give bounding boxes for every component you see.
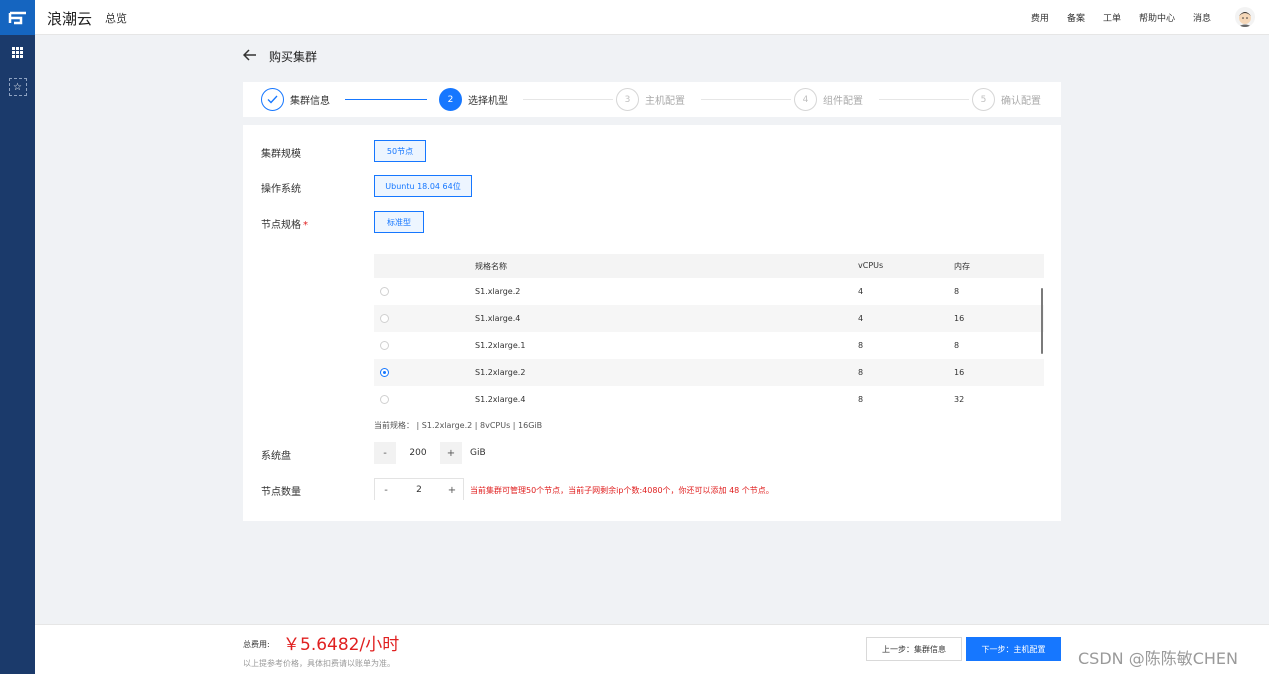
total-fee-value: ￥5.6482/小时 <box>283 635 400 655</box>
col-vcpus: vCPUs <box>858 261 884 270</box>
step-1-label: 集群信息 <box>290 96 330 107</box>
node-spec-label: 节点规格 * <box>261 216 308 231</box>
disk-decrement-button[interactable]: - <box>374 442 396 464</box>
spec-vcpus: 8 <box>858 341 864 350</box>
page-header: 购买集群 <box>242 47 318 65</box>
nav-help-center[interactable]: 帮助中心 <box>1139 11 1175 24</box>
table-header: 规格名称 vCPUs 内存 <box>374 254 1044 278</box>
nav-messages[interactable]: 消息 <box>1193 11 1211 24</box>
node-spec-option[interactable]: 标准型 <box>374 211 424 233</box>
step-4-number: 4 <box>794 88 817 111</box>
step-connector <box>523 99 613 100</box>
fee-disclaimer: 以上提参考价格，具体扣费请以账单为准。 <box>243 659 395 668</box>
left-rail: ☆ <box>0 0 35 674</box>
count-decrement-button[interactable]: - <box>375 479 397 501</box>
step-progress: 集群信息 2 选择机型 3 主机配置 4 组件配置 5 确认配置 <box>243 82 1061 117</box>
step-connector <box>701 99 791 100</box>
required-mark: * <box>303 220 308 231</box>
avatar[interactable] <box>1235 7 1255 27</box>
spec-memory: 8 <box>954 341 960 350</box>
step-2-number: 2 <box>439 88 462 111</box>
step-5: 5 确认配置 <box>972 88 1041 111</box>
disk-size-input[interactable]: 200 <box>396 442 440 464</box>
step-5-label: 确认配置 <box>1001 96 1041 107</box>
os-option[interactable]: Ubuntu 18.04 64位 <box>374 175 472 197</box>
os-label: 操作系统 <box>261 184 301 195</box>
table-row[interactable]: S1.xlarge.4 4 16 <box>374 305 1044 332</box>
total-fee-label: 总费用: <box>243 640 270 649</box>
step-1: 集群信息 <box>261 88 330 111</box>
step-2: 2 选择机型 <box>439 88 508 111</box>
system-disk-stepper: - 200 + <box>374 442 464 464</box>
cluster-scale-option[interactable]: 50节点 <box>374 140 426 162</box>
step-3-label: 主机配置 <box>645 96 685 107</box>
table-row-selected[interactable]: S1.2xlarge.2 8 16 <box>374 359 1044 386</box>
back-arrow-icon[interactable] <box>242 47 257 65</box>
current-spec-summary: 当前规格： | S1.2xlarge.2 | 8vCPUs | 16GiB <box>374 421 543 430</box>
nav-filing[interactable]: 备案 <box>1067 11 1085 24</box>
top-nav: 费用 备案 工单 帮助中心 消息 <box>1013 11 1211 24</box>
disk-increment-button[interactable]: + <box>440 442 462 464</box>
nav-tickets[interactable]: 工单 <box>1103 11 1121 24</box>
table-scrollbar[interactable] <box>1041 288 1043 354</box>
system-disk-label: 系统盘 <box>261 451 291 462</box>
apps-grid-icon[interactable] <box>0 35 35 70</box>
node-spec-label-text: 节点规格 <box>261 220 301 231</box>
col-spec-name: 规格名称 <box>475 262 507 271</box>
spec-table: 规格名称 vCPUs 内存 S1.xlarge.2 4 8 S1.xlarge.… <box>374 254 1044 413</box>
step-5-number: 5 <box>972 88 995 111</box>
top-bar: 浪潮云 总览 费用 备案 工单 帮助中心 消息 <box>35 0 1269 35</box>
nav-fees[interactable]: 费用 <box>1031 11 1049 24</box>
spec-radio[interactable] <box>380 314 389 323</box>
spec-vcpus: 4 <box>858 314 864 323</box>
node-count-notice: 当前集群可管理50个节点，当前子网剩余ip个数:4080个，你还可以添加 48 … <box>470 486 774 495</box>
step-connector-done <box>345 99 427 100</box>
node-count-stepper: - 2 + <box>374 478 464 501</box>
spec-memory: 16 <box>954 368 965 377</box>
spec-name: S1.2xlarge.4 <box>475 395 526 404</box>
nav-overview[interactable]: 总览 <box>105 10 127 26</box>
spec-radio[interactable] <box>380 287 389 296</box>
spec-memory: 8 <box>954 287 960 296</box>
disk-unit: GiB <box>470 448 486 458</box>
table-row[interactable]: S1.xlarge.2 4 8 <box>374 278 1044 305</box>
step-4-label: 组件配置 <box>823 96 863 107</box>
count-increment-button[interactable]: + <box>441 479 463 501</box>
spec-name: S1.2xlarge.1 <box>475 341 526 350</box>
spec-vcpus: 4 <box>858 287 864 296</box>
node-count-input[interactable]: 2 <box>397 479 441 501</box>
step-3: 3 主机配置 <box>616 88 685 111</box>
brand-name: 浪潮云 <box>47 10 93 28</box>
table-row[interactable]: S1.2xlarge.4 8 32 <box>374 386 1044 413</box>
config-card: 集群规模 50节点 操作系统 Ubuntu 18.04 64位 节点规格 * 标准… <box>243 125 1061 521</box>
watermark: CSDN @陈陈敏CHEN <box>1078 649 1238 668</box>
check-icon <box>261 88 284 111</box>
spec-vcpus: 8 <box>858 368 864 377</box>
step-connector <box>879 99 969 100</box>
cluster-scale-label: 集群规模 <box>261 149 301 160</box>
spec-radio-selected[interactable] <box>380 368 389 377</box>
spec-memory: 16 <box>954 314 965 323</box>
spec-radio[interactable] <box>380 395 389 404</box>
spec-name: S1.xlarge.4 <box>475 314 521 323</box>
spec-name: S1.2xlarge.2 <box>475 368 526 377</box>
step-2-label: 选择机型 <box>468 96 508 107</box>
favorites-star-icon[interactable]: ☆ <box>8 78 27 96</box>
step-4: 4 组件配置 <box>794 88 863 111</box>
next-step-button[interactable]: 下一步：主机配置 <box>966 637 1061 661</box>
table-row[interactable]: S1.2xlarge.1 8 8 <box>374 332 1044 359</box>
node-count-label: 节点数量 <box>261 487 301 498</box>
page-title: 购买集群 <box>269 49 318 64</box>
logo-icon[interactable] <box>0 0 35 35</box>
col-memory: 内存 <box>954 262 970 271</box>
spec-memory: 32 <box>954 395 965 404</box>
spec-name: S1.xlarge.2 <box>475 287 521 296</box>
spec-vcpus: 8 <box>858 395 864 404</box>
step-3-number: 3 <box>616 88 639 111</box>
prev-step-button[interactable]: 上一步：集群信息 <box>866 637 962 661</box>
spec-radio[interactable] <box>380 341 389 350</box>
